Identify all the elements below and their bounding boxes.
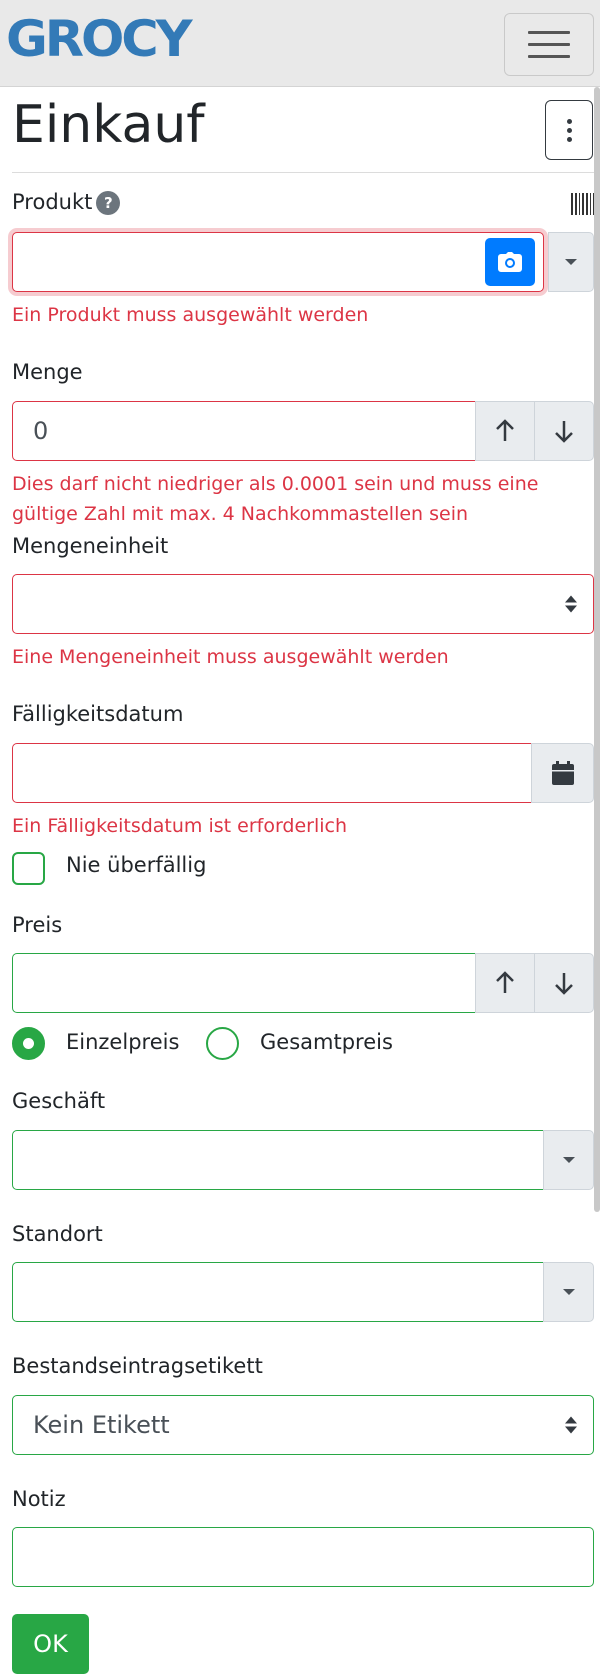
arrow-down-icon xyxy=(555,421,573,443)
arrow-down-icon xyxy=(555,973,573,995)
title-divider xyxy=(12,172,594,173)
unit-label: Mengeneinheit xyxy=(12,534,169,558)
barcode-icon[interactable] xyxy=(571,193,595,215)
due-date-input[interactable] xyxy=(12,743,532,803)
arrow-up-icon xyxy=(496,971,514,993)
amount-increase-button[interactable] xyxy=(475,401,535,461)
help-icon[interactable]: ? xyxy=(96,191,121,215)
price-increase-button[interactable] xyxy=(475,953,535,1013)
unit-price-label[interactable]: Einzelpreis xyxy=(66,1030,179,1054)
stock-label-value: Kein Etikett xyxy=(33,1411,170,1439)
note-input[interactable] xyxy=(12,1527,594,1587)
chevron-down-icon xyxy=(562,1157,575,1163)
store-input[interactable] xyxy=(12,1130,544,1190)
calendar-button[interactable] xyxy=(531,743,594,803)
stock-label-select[interactable]: Kein Etikett xyxy=(12,1395,594,1455)
due-date-error: Ein Fälligkeitsdatum ist erforderlich xyxy=(12,815,348,837)
amount-input[interactable]: 0 xyxy=(12,401,476,461)
menu-icon xyxy=(528,31,570,34)
total-price-radio[interactable] xyxy=(206,1027,239,1060)
navbar: GROCY xyxy=(0,0,600,87)
camera-scan-button[interactable] xyxy=(485,238,535,286)
location-dropdown-toggle[interactable] xyxy=(543,1262,594,1322)
arrow-up-icon xyxy=(496,419,514,441)
price-label: Preis xyxy=(12,913,63,937)
more-options-button[interactable] xyxy=(545,100,593,160)
product-error: Ein Produkt muss ausgewählt werden xyxy=(12,304,369,326)
ok-button[interactable]: OK xyxy=(12,1614,89,1674)
page-title: Einkauf xyxy=(12,95,205,155)
product-label: Produkt xyxy=(12,190,93,214)
note-label: Notiz xyxy=(12,1487,66,1511)
scrollbar[interactable] xyxy=(594,87,600,1212)
more-vertical-icon xyxy=(566,118,572,124)
location-label: Standort xyxy=(12,1222,103,1246)
price-decrease-button[interactable] xyxy=(534,953,594,1013)
product-input[interactable] xyxy=(12,232,544,292)
stock-label-label: Bestandseintragsetikett xyxy=(12,1354,263,1378)
price-input[interactable] xyxy=(12,953,476,1013)
grocy-logo[interactable]: GROCY xyxy=(6,14,193,64)
chevron-down-icon xyxy=(565,259,577,265)
unit-error: Eine Mengeneinheit muss ausgewählt werde… xyxy=(12,646,449,668)
product-dropdown-toggle[interactable] xyxy=(548,232,594,292)
location-input[interactable] xyxy=(12,1262,544,1322)
select-arrows-icon xyxy=(565,1416,577,1434)
menu-toggle-button[interactable] xyxy=(504,13,594,76)
camera-icon xyxy=(498,252,522,272)
unit-select[interactable] xyxy=(12,574,594,634)
total-price-label[interactable]: Gesamtpreis xyxy=(260,1030,393,1054)
never-overdue-label[interactable]: Nie überfällig xyxy=(66,853,206,877)
never-overdue-checkbox[interactable] xyxy=(12,852,45,885)
amount-error-line-1: Dies darf nicht niedriger als 0.0001 sei… xyxy=(12,473,539,495)
product-label-row: Produkt? xyxy=(12,190,121,215)
chevron-down-icon xyxy=(562,1289,575,1295)
amount-error-line-2: gültige Zahl mit max. 4 Nachkommastellen… xyxy=(12,503,469,525)
store-dropdown-toggle[interactable] xyxy=(543,1130,594,1190)
unit-price-radio[interactable] xyxy=(12,1027,45,1060)
amount-decrease-button[interactable] xyxy=(534,401,594,461)
store-label: Geschäft xyxy=(12,1089,106,1113)
calendar-icon xyxy=(551,761,574,785)
select-arrows-icon xyxy=(565,595,577,613)
due-date-label: Fälligkeitsdatum xyxy=(12,702,184,726)
amount-label: Menge xyxy=(12,360,83,384)
